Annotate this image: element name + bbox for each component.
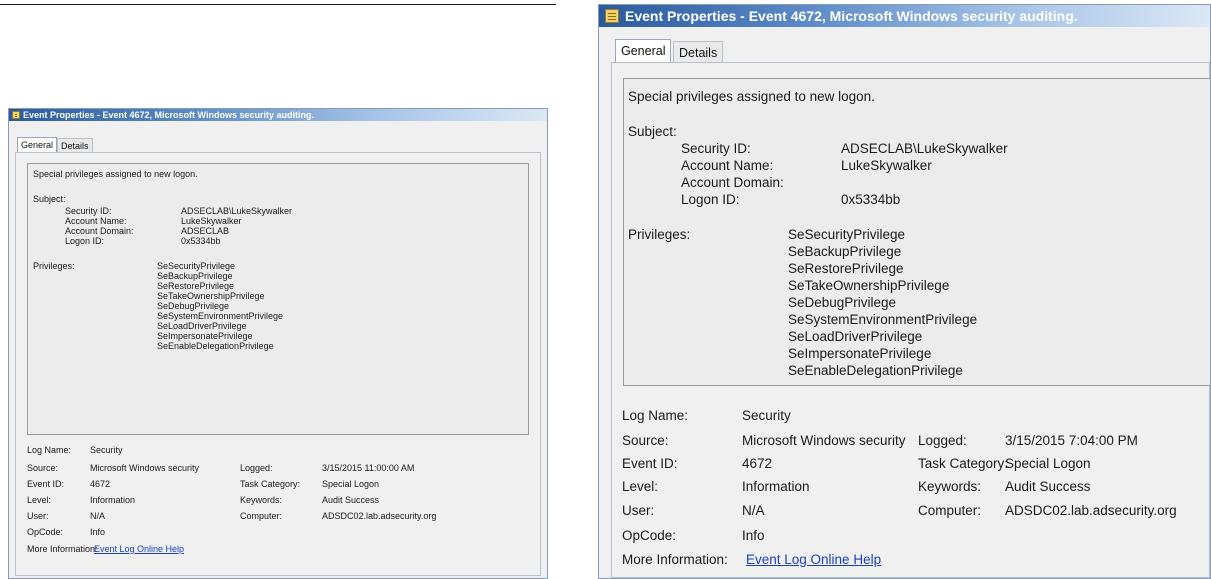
log-name-label: Log Name: [622, 408, 689, 423]
logged-value: 3/15/2015 7:04:00 PM [1005, 433, 1138, 448]
more-information-label: More Information: [622, 552, 728, 567]
user-value: N/A [742, 503, 765, 518]
logged-label: Logged: [918, 433, 967, 448]
computer-value: ADSDC02.lab.adsecurity.org [322, 511, 437, 521]
separator-line [0, 4, 556, 5]
user-label: User: [27, 511, 49, 521]
event-summary: Special privileges assigned to new logon… [33, 169, 198, 179]
privilege-item: SeImpersonatePrivilege [788, 346, 932, 361]
computer-label: Computer: [240, 511, 283, 521]
subject-heading: Subject: [33, 194, 66, 204]
event-log-online-help-link[interactable]: Event Log Online Help [746, 551, 881, 568]
event-description-box[interactable]: Special privileges assigned to new logon… [623, 78, 1210, 386]
user-value: N/A [90, 511, 106, 521]
privilege-item: SeLoadDriverPrivilege [788, 329, 923, 344]
keywords-value: Audit Success [322, 495, 380, 505]
computer-value: ADSDC02.lab.adsecurity.org [1005, 503, 1177, 518]
account-name-value: LukeSkywalker [841, 158, 932, 173]
event-log-online-help-link[interactable]: Event Log Online Help [94, 544, 184, 555]
logon-id-value: 0x5334bb [181, 236, 221, 246]
logged-label: Logged: [240, 463, 273, 473]
tab-general[interactable]: General [17, 137, 58, 152]
log-name-label: Log Name: [27, 445, 72, 455]
log-name-value: Security [742, 408, 791, 423]
privilege-item: SeBackupPrivilege [788, 244, 902, 259]
window-title: Event Properties - Event 4672, Microsoft… [23, 110, 314, 120]
level-label: Level: [27, 495, 52, 505]
opcode-label: OpCode: [27, 527, 64, 537]
event-properties-window-large: Event Properties - Event 4672, Microsoft… [598, 4, 1211, 579]
level-label: Level: [622, 479, 659, 494]
general-tab-panel: Special privileges assigned to new logon… [15, 152, 541, 576]
privilege-item: SeDebugPrivilege [788, 295, 897, 310]
event-viewer-icon [605, 9, 619, 23]
security-id-value: ADSECLAB\LukeSkywalker [841, 141, 1008, 156]
level-value: Information [742, 479, 810, 494]
user-label: User: [622, 503, 655, 518]
opcode-value: Info [90, 527, 106, 537]
opcode-value: Info [742, 528, 765, 543]
source-value: Microsoft Windows security [742, 433, 906, 448]
keywords-value: Audit Success [1005, 479, 1091, 494]
logon-id-value: 0x5334bb [841, 192, 901, 207]
event-id-value: 4672 [742, 456, 773, 471]
subject-heading: Subject: [628, 124, 677, 139]
event-summary: Special privileges assigned to new logon… [628, 89, 875, 104]
privilege-item: SeSystemEnvironmentPrivilege [788, 312, 978, 327]
task-category-value: Special Logon [1005, 456, 1091, 471]
privileges-heading: Privileges: [33, 261, 75, 271]
privilege-item: SeRestorePrivilege [788, 261, 904, 276]
computer-label: Computer: [918, 503, 982, 518]
log-name-value: Security [90, 445, 123, 455]
window-title: Event Properties - Event 4672, Microsoft… [625, 8, 1078, 24]
source-label: Source: [622, 433, 669, 448]
privilege-item: SeTakeOwnershipPrivilege [788, 278, 950, 293]
privileges-heading: Privileges: [628, 227, 691, 242]
title-bar[interactable]: Event Properties - Event 4672, Microsoft… [599, 5, 1210, 27]
opcode-label: OpCode: [622, 528, 677, 543]
keywords-label: Keywords: [240, 495, 283, 505]
title-bar[interactable]: Event Properties - Event 4672, Microsoft… [9, 109, 547, 121]
task-category-value: Special Logon [322, 479, 380, 489]
keywords-label: Keywords: [918, 479, 982, 494]
account-domain-label: Account Domain: [681, 175, 784, 190]
event-id-label: Event ID: [622, 456, 678, 471]
event-properties-window-small: Event Properties - Event 4672, Microsoft… [8, 108, 548, 579]
task-category-label: Task Category: [918, 456, 1009, 471]
privilege-item: SeSecurityPrivilege [788, 227, 906, 242]
event-id-value: 4672 [90, 479, 111, 489]
level-value: Information [90, 495, 136, 505]
logged-value: 3/15/2015 11:00:00 AM [322, 463, 415, 473]
source-value: Microsoft Windows security [90, 463, 200, 473]
more-information-label: More Information: [27, 544, 98, 554]
event-description-box[interactable]: Special privileges assigned to new logon… [27, 163, 529, 435]
event-viewer-icon [12, 111, 20, 119]
general-tab-panel: Special privileges assigned to new logon… [611, 62, 1210, 578]
tab-details[interactable]: Details [57, 138, 93, 153]
logon-id-label: Logon ID: [681, 192, 740, 207]
task-category-label: Task Category: [240, 479, 301, 489]
event-id-label: Event ID: [27, 479, 65, 489]
account-name-label: Account Name: [681, 158, 774, 173]
logon-id-label: Logon ID: [65, 236, 105, 246]
security-id-label: Security ID: [681, 141, 751, 156]
privilege-item: SeEnableDelegationPrivilege [157, 341, 274, 351]
source-label: Source: [27, 463, 59, 473]
tab-general[interactable]: General [615, 39, 672, 63]
privilege-item: SeEnableDelegationPrivilege [788, 363, 963, 378]
